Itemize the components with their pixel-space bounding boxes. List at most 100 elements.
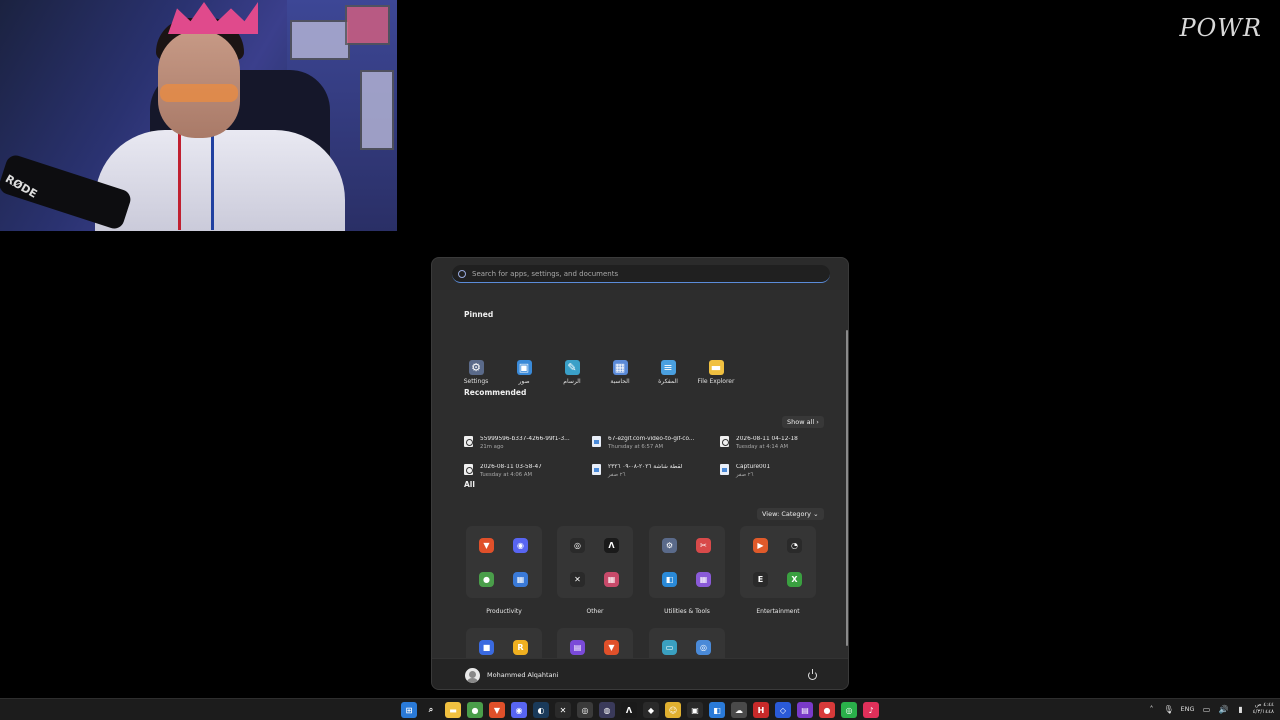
volume-icon[interactable]: 🔊 <box>1219 704 1229 714</box>
watermark-logo: POWR <box>1179 14 1262 42</box>
capcut-icon[interactable]: ◆ <box>643 702 659 718</box>
image-file-icon <box>720 464 729 475</box>
apps-icon[interactable]: ▦ <box>604 572 619 587</box>
chevron-up-icon[interactable]: ˄ <box>1147 704 1157 714</box>
start-button[interactable]: ⊞ <box>401 702 417 718</box>
category-folder[interactable]: ▶ ◔ E X Entertainment <box>740 526 816 616</box>
video-file-icon <box>720 436 729 447</box>
chrome-icon[interactable]: ● <box>479 572 494 587</box>
avatar[interactable] <box>465 668 480 683</box>
clock-icon[interactable]: ◔ <box>787 538 802 553</box>
recommended-item[interactable]: 55999596-b337-4266-99f1-3... 21m ago <box>464 436 592 452</box>
file-time: ٢٦ صفر <box>608 472 626 478</box>
brave-icon[interactable]: ▼ <box>479 538 494 553</box>
pinned-app[interactable]: ▦ الحاسبة <box>596 360 644 392</box>
language-indicator[interactable]: ENG <box>1181 705 1195 713</box>
recommended-item[interactable]: Capture001 ٢٦ صفر <box>720 464 824 480</box>
view-category-button[interactable]: View: Category ⌄ <box>757 508 824 520</box>
category-folder[interactable]: ▼ ◉ ● ▦ Productivity <box>466 526 542 616</box>
roblox-icon[interactable]: ■ <box>479 640 494 655</box>
snipping-icon[interactable]: ✂ <box>696 538 711 553</box>
emoji-icon[interactable]: ☺ <box>665 702 681 718</box>
pinned-app[interactable]: ≡ المفكرة <box>644 360 692 392</box>
system-tray: ˄ 🎙 ENG ▭ 🔊 ▮ ٤:٤٤ ص ٤/٣/١٤٤٨ <box>1147 702 1274 716</box>
clock[interactable]: ٤:٤٤ ص ٤/٣/١٤٤٨ <box>1253 702 1274 716</box>
pinned-app[interactable]: ✎ الرسام <box>548 360 596 392</box>
power-icon[interactable] <box>808 669 817 680</box>
video-file-icon <box>464 464 473 475</box>
pinned-app-label: الرسام <box>563 378 581 385</box>
file-name: Capture001 <box>736 464 771 470</box>
recommended-item[interactable]: 2026-08-11 04-12-18 Tuesday at 4:14 AM <box>720 436 824 452</box>
all-title: All <box>464 480 475 489</box>
search-box[interactable] <box>452 265 830 283</box>
apps-icon[interactable]: ▦ <box>513 572 528 587</box>
recommended-item[interactable]: 2026-08-11 03-58-47 Tuesday at 4:06 AM <box>464 464 592 480</box>
show-all-button[interactable]: Show all › <box>782 416 824 428</box>
clock-date: ٤/٣/١٤٤٨ <box>1252 709 1274 715</box>
search-icon[interactable]: ⌕ <box>423 702 439 718</box>
discord-icon[interactable]: ◉ <box>511 702 527 718</box>
desktop: RØDE POWR Pinned ⚙ Settings ▣ صور ✎ الرسام ▦ ال… <box>0 0 1280 698</box>
discord-icon[interactable]: ◉ <box>513 538 528 553</box>
monitor-icon[interactable]: ▭ <box>662 640 677 655</box>
battery-icon[interactable]: ▮ <box>1236 704 1246 714</box>
category-box <box>649 526 725 598</box>
view-category-label: View: Category <box>762 510 812 518</box>
pinned-app-label: Settings <box>463 378 489 385</box>
webcam-overlay: RØDE <box>0 0 397 231</box>
user-name[interactable]: Mohammed Alqahtani <box>487 671 558 679</box>
tiktok-icon[interactable]: ♪ <box>863 702 879 718</box>
category-folder[interactable]: ◎ Λ ✕ ▦ Other <box>557 526 633 616</box>
calculator-icon: ▦ <box>612 360 628 375</box>
battlenet-icon[interactable]: H <box>753 702 769 718</box>
chrome-icon[interactable]: ● <box>467 702 483 718</box>
epic-icon[interactable]: E <box>753 572 768 587</box>
recommended-item[interactable]: 67-ezgif.com-video-to-gif-co... Thursday … <box>592 436 720 452</box>
search-input[interactable] <box>472 269 812 278</box>
pinned-title: Pinned <box>464 310 494 319</box>
pinned-app[interactable]: ▬ File Explorer <box>692 360 740 392</box>
vscode-icon[interactable]: ◧ <box>709 702 725 718</box>
gear-icon: ⚙ <box>468 360 484 375</box>
brave-icon[interactable]: ▼ <box>489 702 505 718</box>
file-name: لقطة شاشة ٢٠٢٦-٠٨-٠٩ ٢٣٢٦ <box>608 464 683 470</box>
brave-icon[interactable]: ▼ <box>604 640 619 655</box>
obs-icon[interactable]: ◎ <box>570 538 585 553</box>
scrollbar[interactable] <box>846 330 848 646</box>
settings-icon[interactable]: ⚙ <box>662 538 677 553</box>
whatsapp-icon[interactable]: ◎ <box>841 702 857 718</box>
recommended-item[interactable]: لقطة شاشة ٢٠٢٦-٠٨-٠٩ ٢٣٢٦ ٢٦ صفر <box>592 464 720 480</box>
category-folder[interactable]: ⚙ ✂ ◧ ▦ Utilities & Tools <box>649 526 725 616</box>
xbox-icon[interactable]: X <box>787 572 802 587</box>
apps-icon[interactable]: ▦ <box>696 572 711 587</box>
network-icon[interactable]: ▭ <box>1202 704 1212 714</box>
media-player-icon[interactable]: ▶ <box>753 538 768 553</box>
clipchamp-icon[interactable]: ▤ <box>797 702 813 718</box>
clipchamp-icon[interactable]: ▤ <box>570 640 585 655</box>
recommended-title: Recommended <box>464 388 527 397</box>
copilot-icon[interactable]: ◍ <box>599 702 615 718</box>
palette-icon[interactable]: ● <box>819 702 835 718</box>
search-icon[interactable]: ◎ <box>696 640 711 655</box>
file-explorer-icon[interactable]: ▬ <box>445 702 461 718</box>
microphone-icon[interactable]: 🎙 <box>1163 704 1173 714</box>
paint-icon: ✎ <box>564 360 580 375</box>
file-time: Thursday at 6:57 AM <box>608 444 664 450</box>
vpn-icon[interactable]: ◇ <box>775 702 791 718</box>
excel-icon[interactable]: ✕ <box>555 702 571 718</box>
steam-icon[interactable]: ◐ <box>533 702 549 718</box>
excel-icon[interactable]: ✕ <box>570 572 585 587</box>
category-box <box>740 526 816 598</box>
obs-icon[interactable]: ◎ <box>577 702 593 718</box>
remote-icon[interactable]: ◧ <box>662 572 677 587</box>
file-time: Tuesday at 4:06 AM <box>480 472 533 478</box>
photos-icon[interactable]: ▣ <box>687 702 703 718</box>
terminal-icon[interactable]: Λ <box>621 702 637 718</box>
category-box <box>557 526 633 598</box>
terminal-icon[interactable]: Λ <box>604 538 619 553</box>
notepad-icon: ≡ <box>660 360 676 375</box>
file-name: 67-ezgif.com-video-to-gif-co... <box>608 436 695 442</box>
cloud-icon[interactable]: ☁ <box>731 702 747 718</box>
rockstar-icon[interactable]: R <box>513 640 528 655</box>
